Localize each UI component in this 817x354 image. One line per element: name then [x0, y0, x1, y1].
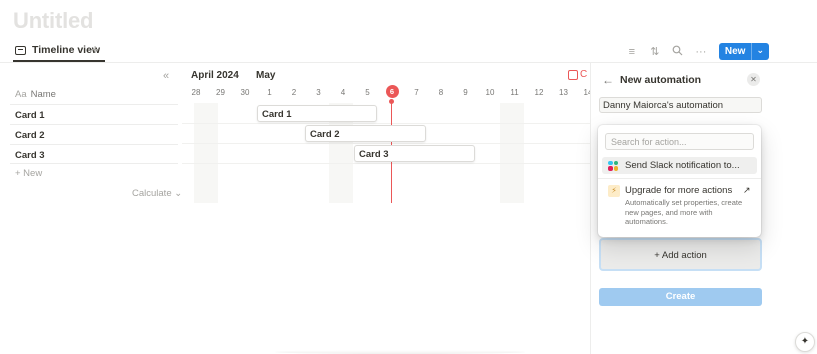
text-property-icon: Aa — [15, 89, 27, 100]
back-arrow-icon[interactable]: ← — [602, 73, 614, 87]
action-dropdown: Search for action... Send Slack notifica… — [598, 125, 761, 237]
lightning-icon: ⚡ — [608, 185, 620, 197]
card-label: Card 1 — [262, 109, 292, 120]
calendar-button[interactable]: C — [568, 69, 587, 80]
timeline-view-icon — [15, 45, 26, 55]
external-link-icon: ↗ — [743, 185, 751, 195]
create-button[interactable]: Create — [599, 288, 762, 306]
panel-title: New automation — [620, 74, 702, 86]
row-line — [182, 143, 590, 144]
more-icon[interactable]: ··· — [694, 46, 708, 58]
day-label: 13 — [559, 88, 568, 97]
add-action-button[interactable]: + Add action — [599, 238, 762, 271]
row-name: Card 2 — [15, 130, 45, 141]
filter-icon[interactable]: ≡ — [625, 46, 639, 58]
name-header-label: Name — [30, 89, 56, 100]
calendar-icon — [568, 69, 578, 80]
action-search-input[interactable]: Search for action... — [605, 133, 754, 150]
scroll-shadow — [275, 350, 525, 354]
timeline-card[interactable]: Card 1 — [257, 105, 377, 122]
menu-item-slack[interactable]: Send Slack notification to... — [602, 157, 757, 174]
sparkle-icon[interactable]: ✦ — [795, 332, 815, 352]
card-label: Card 3 — [359, 149, 389, 160]
close-icon[interactable]: ✕ — [747, 73, 760, 86]
row-name: Card 3 — [15, 150, 45, 161]
day-label: 5 — [365, 88, 370, 97]
name-column-header[interactable]: Aa Name — [15, 89, 56, 100]
today-marker — [389, 99, 394, 104]
automation-name-field[interactable]: Danny Maiorca's automation — [599, 97, 762, 113]
toolbar: ≡ ⇅ ··· New ⌄ — [625, 43, 769, 60]
day-label: 10 — [485, 88, 495, 97]
row-line — [182, 163, 590, 164]
add-view-button[interactable]: + — [91, 41, 99, 57]
table-row[interactable]: Card 3 — [10, 144, 178, 164]
day-label: 4 — [340, 88, 346, 97]
tab-timeline-view[interactable]: Timeline view — [15, 44, 100, 56]
tab-label: Timeline view — [32, 44, 101, 56]
upgrade-title: Upgrade for more actions — [625, 185, 733, 196]
day-label: 9 — [463, 88, 468, 97]
table-row[interactable]: Card 1 — [10, 104, 178, 124]
today-badge: 6 — [385, 85, 399, 98]
day-label: 1 — [267, 88, 272, 97]
chevron-down-icon[interactable]: ⌄ — [751, 43, 769, 60]
month-label: May — [256, 70, 276, 81]
timeline: April 2024 May 2829301234567891011121314… — [182, 63, 590, 203]
row-name: Card 1 — [15, 110, 45, 121]
calendar-label: C — [580, 69, 588, 80]
table-row[interactable]: Card 2 — [10, 124, 178, 144]
new-button[interactable]: New ⌄ — [718, 43, 769, 60]
day-label: 2 — [291, 88, 297, 97]
sort-icon[interactable]: ⇅ — [648, 45, 662, 58]
weekend-column — [194, 103, 218, 203]
upgrade-description: Automatically set properties, create new… — [625, 198, 743, 226]
page-title[interactable]: Untitled — [13, 8, 93, 34]
day-label: 7 — [414, 88, 419, 97]
weekend-column — [500, 103, 524, 203]
day-label: 8 — [438, 88, 444, 97]
timeline-card[interactable]: Card 2 — [305, 125, 426, 142]
day-label: 12 — [534, 88, 544, 97]
day-label: 29 — [216, 88, 225, 97]
new-button-label: New — [724, 46, 746, 57]
row-line — [182, 123, 590, 124]
search-icon[interactable] — [671, 45, 685, 59]
menu-item-label: Send Slack notification to... — [625, 160, 740, 171]
slack-icon — [608, 160, 618, 171]
timeline-card[interactable]: Card 3 — [354, 145, 475, 162]
day-label: 3 — [316, 88, 321, 97]
day-label: 28 — [191, 88, 201, 97]
divider — [598, 178, 761, 179]
day-label: 30 — [240, 88, 250, 97]
calculate-button[interactable]: Calculate ⌄ — [132, 188, 182, 199]
month-label: April 2024 — [191, 70, 239, 81]
collapse-icon[interactable]: « — [163, 70, 169, 82]
day-label: 11 — [510, 88, 519, 97]
add-row-button[interactable]: + New — [15, 168, 42, 179]
day-label: 14 — [583, 88, 590, 97]
card-label: Card 2 — [310, 129, 340, 140]
